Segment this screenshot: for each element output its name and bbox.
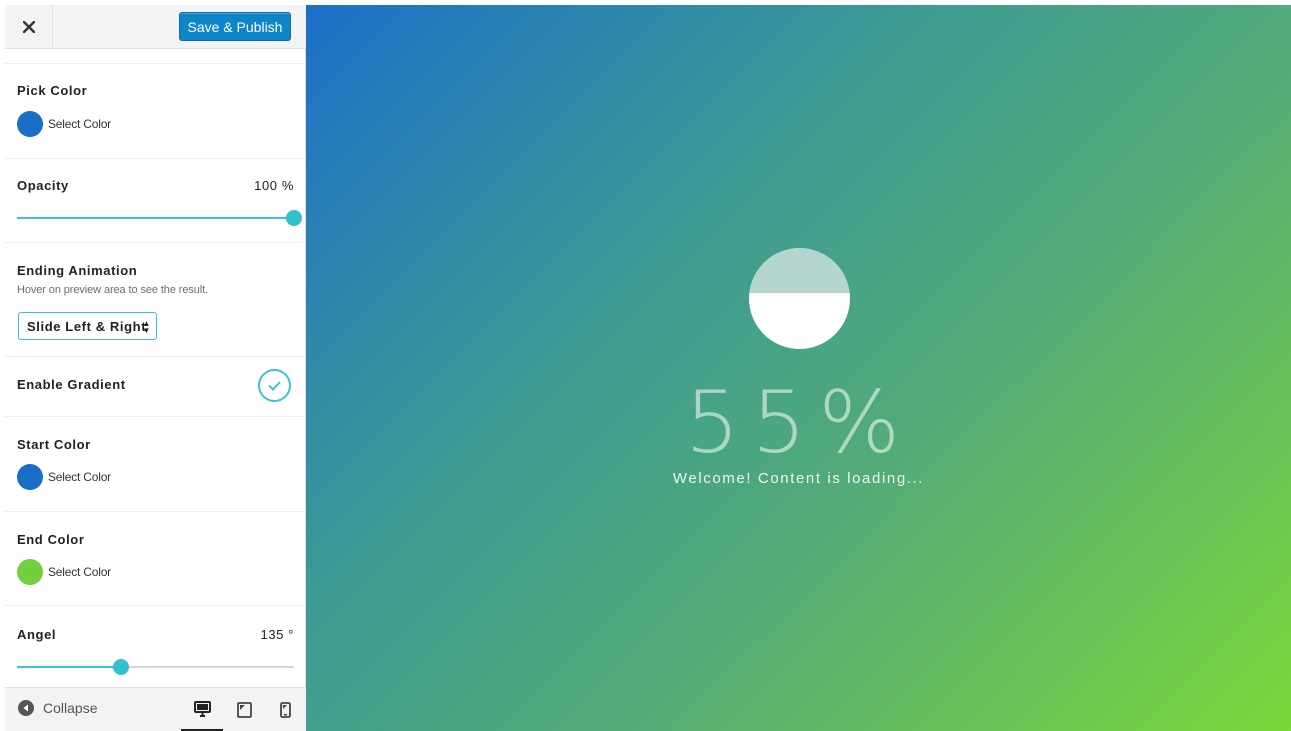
select-color-label[interactable]: Select Color	[48, 117, 111, 131]
slider-fill	[17, 666, 121, 668]
animation-select[interactable]: Slide Left & Right ▲ ▼	[18, 312, 157, 340]
ending-animation-section: Ending Animation Hover on preview area t…	[5, 242, 306, 356]
progress-circle-fill	[749, 248, 850, 294]
section-title: End Color	[17, 532, 85, 547]
loading-message: Welcome! Content is loading...	[672, 470, 925, 487]
angle-slider-thumb[interactable]	[113, 659, 129, 675]
customizer-sidebar: Save & Publish Pick Color Select Color O…	[5, 5, 306, 731]
close-button[interactable]	[5, 5, 53, 49]
slider-fill	[17, 217, 294, 219]
pick-color-swatch[interactable]	[17, 111, 43, 137]
enable-gradient-toggle[interactable]	[258, 369, 291, 402]
enable-gradient-section: Enable Gradient	[5, 356, 306, 416]
collapse-button[interactable]: Collapse	[18, 700, 97, 716]
preview-area[interactable]: 55% Welcome! Content is loading...	[306, 5, 1291, 731]
animation-select-value: Slide Left & Right	[27, 318, 147, 334]
section-title: Pick Color	[17, 83, 88, 98]
close-icon	[22, 21, 35, 33]
mobile-icon	[279, 702, 291, 718]
footer-bar: Collapse	[5, 687, 306, 731]
tablet-preview-button[interactable]	[223, 688, 265, 731]
desktop-icon	[193, 700, 211, 717]
section-title: Start Color	[17, 437, 91, 452]
select-arrows-icon: ▲ ▼	[142, 319, 151, 335]
section-title: Opacity	[17, 178, 69, 193]
tablet-icon	[236, 702, 252, 718]
select-color-label[interactable]: Select Color	[48, 565, 111, 579]
angle-slider[interactable]	[17, 659, 294, 675]
desktop-preview-button[interactable]	[181, 688, 223, 731]
opacity-value: 100 %	[254, 178, 294, 193]
save-publish-button[interactable]: Save & Publish	[179, 12, 291, 41]
section-title: Enable Gradient	[17, 377, 126, 392]
hint-text: Hover on preview area to see the result.	[17, 284, 209, 296]
top-bar: Save & Publish	[5, 5, 306, 49]
section-title: Ending Animation	[17, 263, 138, 278]
collapse-label: Collapse	[43, 700, 98, 716]
mobile-preview-button[interactable]	[264, 688, 306, 731]
select-color-label[interactable]: Select Color	[48, 470, 111, 484]
angle-value: 135 °	[260, 627, 294, 642]
opacity-slider[interactable]	[17, 210, 302, 226]
collapse-arrow-icon	[18, 700, 34, 716]
section-title: Angel	[17, 627, 57, 642]
opacity-section: Opacity 100 %	[5, 158, 306, 242]
progress-percent: 55%	[684, 373, 913, 473]
progress-circle	[749, 248, 850, 349]
pick-color-section: Pick Color Select Color	[5, 63, 306, 158]
end-color-section: End Color Select Color	[5, 511, 306, 605]
angle-section: Angel 135 °	[5, 605, 306, 687]
start-color-swatch[interactable]	[17, 464, 43, 490]
checkmark-icon	[268, 381, 281, 390]
opacity-slider-thumb[interactable]	[286, 210, 302, 226]
start-color-section: Start Color Select Color	[5, 416, 306, 511]
end-color-swatch[interactable]	[17, 559, 43, 585]
